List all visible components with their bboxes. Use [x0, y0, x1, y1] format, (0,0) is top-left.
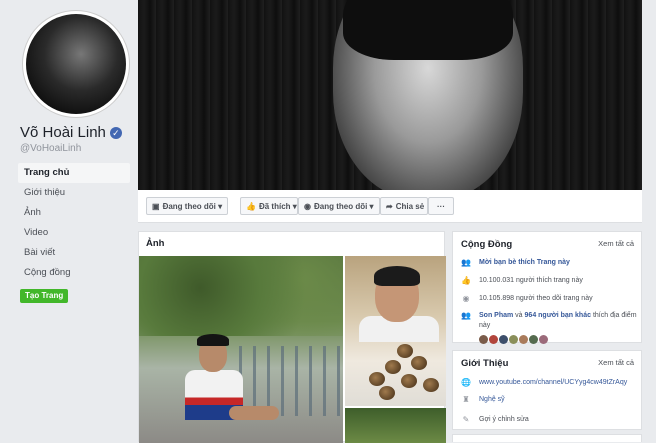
rss-icon: ◉ — [304, 202, 311, 211]
avatar[interactable] — [509, 335, 518, 344]
photo-thumbnail-2[interactable] — [345, 256, 446, 406]
website-row: 🌐 www.youtube.com/channel/UCYyg4cw49tZrA… — [461, 378, 639, 388]
friend-avatars — [479, 331, 549, 344]
share-label: Chia sẻ — [395, 202, 425, 211]
invite-friends-row: 👥 Mời bạn bè thích Trang này — [461, 258, 639, 268]
about-title[interactable]: Giới Thiệu — [461, 358, 508, 369]
cover-hair — [343, 0, 513, 60]
following-label: Đang theo dõi — [162, 202, 216, 211]
photo-thumbnail-3[interactable] — [345, 408, 446, 443]
photo-trees — [139, 256, 343, 336]
globe-icon: 🌐 — [461, 378, 471, 387]
chevron-down-icon: ▾ — [215, 202, 223, 211]
following-dropdown-button[interactable]: ▣ Đang theo dõi ▾ — [146, 197, 228, 215]
photo-person-hair — [374, 266, 420, 286]
avatar[interactable] — [529, 335, 538, 344]
profile-photo — [26, 14, 126, 114]
rss-icon: ◉ — [462, 294, 470, 303]
photo-fruit — [385, 360, 401, 374]
photo-person-arm — [229, 406, 279, 420]
suggest-edit-link[interactable]: Gợi ý chỉnh sửa — [479, 415, 639, 425]
photo-person-cap — [197, 334, 229, 346]
category-row: ♜ Nghệ sỹ — [461, 395, 639, 405]
create-page-button[interactable]: Tạo Trang — [20, 289, 69, 303]
suggest-edit-row: ✎ Gợi ý chỉnh sửa — [461, 415, 639, 425]
profile-picture[interactable] — [22, 10, 130, 118]
community-card: Cộng Đồng Xem tất cả 👥 Mời bạn bè thích … — [452, 231, 642, 344]
nav-item-home[interactable]: Trang chủ — [18, 163, 130, 183]
nav-item-about[interactable]: Giới thiệu — [18, 183, 130, 203]
avatar[interactable] — [489, 335, 498, 344]
cover-photo[interactable] — [138, 0, 642, 190]
edit-icon: ✎ — [462, 415, 470, 424]
users-icon: 👥 — [461, 311, 471, 320]
chevron-down-icon: ▾ — [367, 202, 374, 211]
photos-title[interactable]: Ảnh — [146, 238, 164, 249]
share-button[interactable]: ➦ Chia sẻ — [380, 197, 428, 215]
category-link[interactable]: Nghệ sỹ — [479, 395, 639, 405]
avatar[interactable] — [519, 335, 528, 344]
avatar[interactable] — [479, 335, 488, 344]
photo-thumbnail-1[interactable] — [139, 256, 343, 443]
about-card: Giới Thiệu Xem tất cả 🌐 www.youtube.com/… — [452, 350, 642, 430]
likes-count: 10.100.031 người thích trang này — [479, 277, 583, 284]
photo-fruit — [411, 356, 427, 370]
photo-fruit — [369, 372, 385, 386]
nav-item-videos[interactable]: Video — [18, 223, 130, 243]
liked-label: Đã thích — [258, 202, 291, 211]
page-name-text: Võ Hoài Linh — [20, 124, 106, 141]
friends-like-text: Son Pham và 964 người bạn khác thích địa… — [479, 311, 639, 331]
person-icon: ▣ — [152, 202, 160, 211]
friend-name-link[interactable]: Son Pham — [479, 312, 513, 319]
thumb-up-icon: 👍 — [461, 276, 471, 285]
verified-icon: ✓ — [109, 127, 122, 139]
likes-row: 👍 10.100.031 người thích trang này — [461, 276, 639, 286]
followers-row: ◉ 10.105.898 người theo dõi trang này — [461, 294, 639, 304]
friends-like-row: 👥 Son Pham và 964 người bạn khác thích đ… — [461, 311, 639, 331]
nav-item-community[interactable]: Cộng đồng — [18, 263, 130, 283]
photo-fruit — [379, 386, 395, 400]
photo-fruit — [423, 378, 439, 392]
page-nav: Trang chủ Giới thiệu Ảnh Video Bài viết … — [18, 163, 130, 283]
page-handle[interactable]: @VoHoaiLinh — [20, 143, 81, 154]
left-sidebar: Võ Hoài Linh ✓ @VoHoaiLinh Trang chủ Giới… — [0, 0, 138, 442]
website-link[interactable]: www.youtube.com/channel/UCYyg4cw49tZrAqy — [479, 378, 639, 388]
users-icon: 👥 — [461, 258, 471, 267]
followers-count: 10.105.898 người theo dõi trang này — [479, 295, 593, 302]
friends-count-link[interactable]: 964 người bạn khác — [525, 312, 591, 319]
next-card — [452, 434, 642, 442]
liked-button[interactable]: 👍 Đã thích ▾ — [240, 197, 298, 215]
thumb-up-icon: 👍 — [246, 202, 256, 211]
photos-card: Ảnh — [138, 231, 446, 443]
avatar[interactable] — [539, 335, 548, 344]
friends-conjunction: và — [513, 312, 525, 319]
photo-fruit — [397, 344, 413, 358]
page-name[interactable]: Võ Hoài Linh ✓ — [20, 124, 122, 141]
person-icon: ♜ — [462, 395, 470, 404]
following-label-2: Đang theo dõi — [313, 202, 368, 211]
chevron-down-icon: ▾ — [290, 202, 297, 211]
nav-item-posts[interactable]: Bài viết — [18, 243, 130, 263]
avatar[interactable] — [499, 335, 508, 344]
about-see-all-link[interactable]: Xem tất cả — [598, 358, 634, 367]
photo-fruit — [401, 374, 417, 388]
action-bar: ▣ Đang theo dõi ▾ 👍 Đã thích ▾ ◉ Đang theo … — [138, 190, 642, 223]
more-options-button[interactable]: ··· — [428, 197, 454, 215]
share-icon: ➦ — [386, 202, 393, 211]
nav-item-photos[interactable]: Ảnh — [18, 203, 130, 223]
following-button[interactable]: ◉ Đang theo dõi ▾ — [298, 197, 380, 215]
community-see-all-link[interactable]: Xem tất cả — [598, 239, 634, 248]
community-title[interactable]: Cộng Đồng — [461, 239, 512, 250]
invite-friends-link[interactable]: Mời bạn bè thích Trang này — [479, 258, 639, 268]
